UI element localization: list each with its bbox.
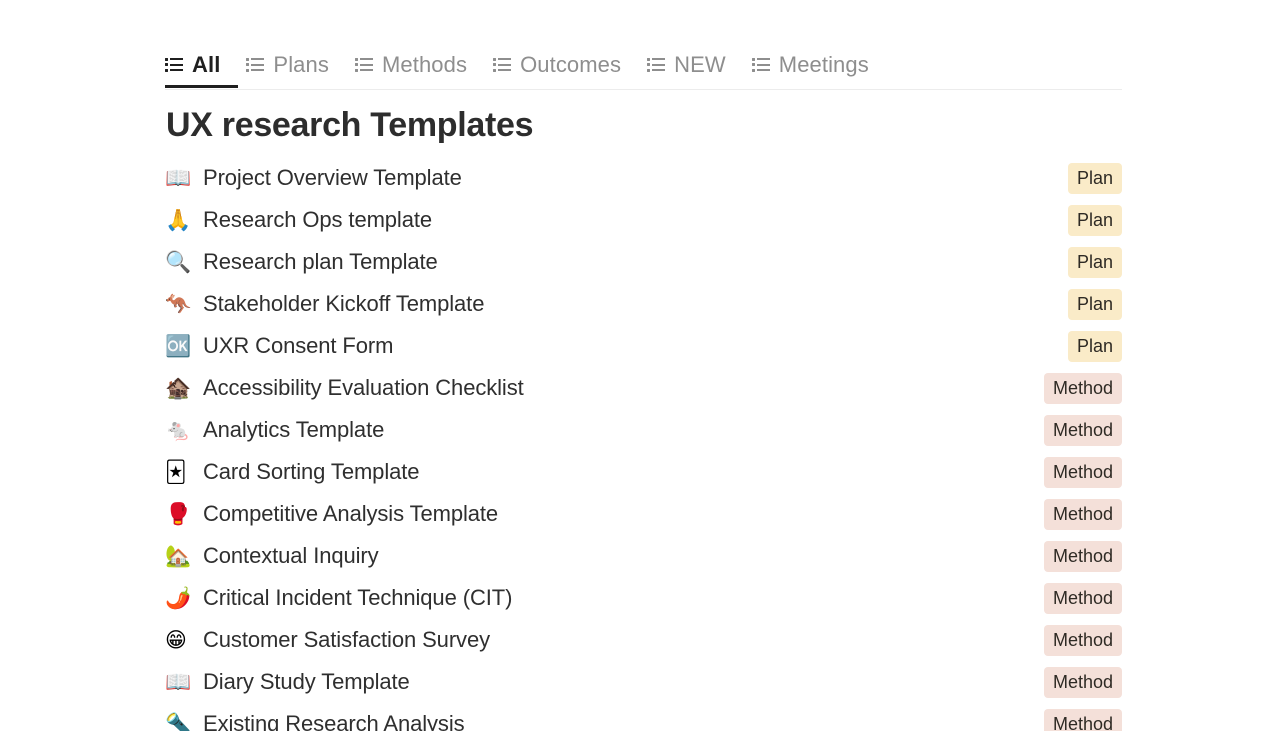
flashlight-icon: 🔦 xyxy=(165,711,192,731)
page-title: UX research Templates xyxy=(166,106,534,144)
template-row[interactable]: 🙏 Research Ops template Plan xyxy=(165,199,1122,241)
template-row[interactable]: 🐁 Analytics Template Method xyxy=(165,409,1122,451)
status-badge[interactable]: Method xyxy=(1043,708,1122,731)
template-title[interactable]: Diary Study Template xyxy=(203,668,1044,696)
derelict-house-icon: 🏚️ xyxy=(165,375,192,400)
tab-new[interactable]: NEW xyxy=(647,42,738,87)
template-title[interactable]: Analytics Template xyxy=(203,416,1044,444)
magnifying-glass-icon: 🔍 xyxy=(165,249,192,274)
template-title[interactable]: Competitive Analysis Template xyxy=(203,500,1044,528)
joker-card-icon: 🃏 xyxy=(165,459,187,484)
tab-label: Meetings xyxy=(778,51,869,77)
status-badge[interactable]: Method xyxy=(1043,498,1122,530)
template-row[interactable]: 🌶️ Critical Incident Technique (CIT) Metho… xyxy=(165,577,1122,619)
tab-label: Plans xyxy=(273,51,329,77)
tab-label: NEW xyxy=(674,51,726,77)
boxing-glove-icon: 🥊 xyxy=(165,501,192,526)
status-badge[interactable]: Plan xyxy=(1067,162,1122,194)
status-badge[interactable]: Method xyxy=(1043,414,1122,446)
template-row[interactable]: 📖 Diary Study Template Method xyxy=(165,661,1122,703)
house-with-garden-icon: 🏡 xyxy=(165,543,192,568)
status-badge[interactable]: Method xyxy=(1043,624,1122,656)
list-icon xyxy=(493,57,512,72)
tab-label: All xyxy=(192,51,221,77)
list-icon xyxy=(354,57,373,72)
template-title[interactable]: Accessibility Evaluation Checklist xyxy=(203,374,1044,402)
template-row[interactable]: 🃏 Card Sorting Template Method xyxy=(165,451,1122,493)
template-list: 📖 Project Overview Template Plan 🙏 Research … xyxy=(165,157,1122,731)
open-book-blue-icon: 📖 xyxy=(165,669,192,694)
status-badge[interactable]: Method xyxy=(1043,372,1122,404)
template-title[interactable]: UXR Consent Form xyxy=(203,332,1068,360)
template-row[interactable]: 😁 Customer Satisfaction Survey Method xyxy=(165,619,1122,661)
template-title[interactable]: Research plan Template xyxy=(203,248,1068,276)
list-icon xyxy=(165,57,183,72)
kangaroo-icon: 🦘 xyxy=(165,291,192,316)
template-row[interactable]: 🏡 Contextual Inquiry Method xyxy=(165,535,1122,577)
template-title[interactable]: Customer Satisfaction Survey xyxy=(203,626,1044,654)
template-title[interactable]: Contextual Inquiry xyxy=(203,542,1044,570)
template-category-tabs: All Plans Methods Outcomes NEW Meetings xyxy=(165,42,1122,90)
status-badge[interactable]: Method xyxy=(1043,666,1122,698)
tab-label: Outcomes xyxy=(520,51,622,77)
mouse-icon: 🐁 xyxy=(165,417,192,442)
template-title[interactable]: Project Overview Template xyxy=(203,164,1068,192)
template-row[interactable]: 🏚️ Accessibility Evaluation Checklist Meth… xyxy=(165,367,1122,409)
status-badge[interactable]: Method xyxy=(1043,456,1122,488)
status-badge[interactable]: Method xyxy=(1043,540,1122,572)
open-book-icon: 📖 xyxy=(165,165,192,190)
templates-page: All Plans Methods Outcomes NEW Meetings UX re… xyxy=(0,0,1280,731)
tab-methods[interactable]: Methods xyxy=(354,42,479,87)
status-badge[interactable]: Plan xyxy=(1067,246,1122,278)
template-row[interactable]: 🆗 UXR Consent Form Plan xyxy=(165,325,1122,367)
template-title[interactable]: Existing Research Analysis xyxy=(203,710,1044,731)
status-badge[interactable]: Plan xyxy=(1067,204,1122,236)
status-badge[interactable]: Plan xyxy=(1067,288,1122,320)
template-title[interactable]: Research Ops template xyxy=(203,206,1068,234)
template-row[interactable]: 🔍 Research plan Template Plan xyxy=(165,241,1122,283)
list-icon xyxy=(751,57,770,72)
template-row[interactable]: 📖 Project Overview Template Plan xyxy=(165,157,1122,199)
list-icon xyxy=(647,57,666,72)
tab-all[interactable]: All xyxy=(165,42,239,88)
list-icon xyxy=(246,57,265,72)
folded-hands-icon: 🙏 xyxy=(165,207,192,232)
template-title[interactable]: Stakeholder Kickoff Template xyxy=(203,290,1068,318)
status-badge[interactable]: Plan xyxy=(1067,330,1122,362)
grinning-face-icon: 😁 xyxy=(165,627,187,652)
ok-button-icon: 🆗 xyxy=(165,333,192,358)
status-badge[interactable]: Method xyxy=(1043,582,1122,614)
template-row[interactable]: 🔦 Existing Research Analysis Method xyxy=(165,703,1122,731)
tab-plans[interactable]: Plans xyxy=(246,42,341,87)
hot-pepper-icon: 🌶️ xyxy=(165,585,192,610)
template-title[interactable]: Critical Incident Technique (CIT) xyxy=(203,584,1044,612)
template-row[interactable]: 🥊 Competitive Analysis Template Method xyxy=(165,493,1122,535)
tab-meetings[interactable]: Meetings xyxy=(751,42,881,87)
tab-outcomes[interactable]: Outcomes xyxy=(493,42,633,87)
tab-label: Methods xyxy=(381,51,468,77)
template-title[interactable]: Card Sorting Template xyxy=(203,458,1044,486)
template-row[interactable]: 🦘 Stakeholder Kickoff Template Plan xyxy=(165,283,1122,325)
